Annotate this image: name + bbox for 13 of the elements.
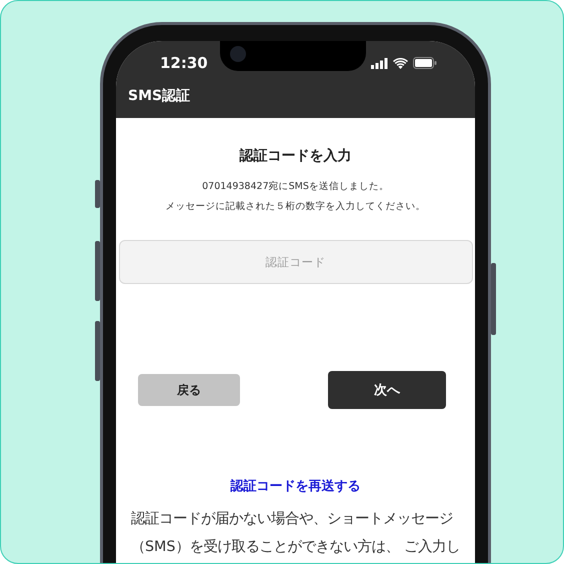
camera-icon (230, 46, 246, 62)
wifi-icon (393, 58, 408, 68)
signal-icon (371, 58, 388, 68)
battery-icon (413, 57, 437, 69)
page-heading: 認証コードを入力 (240, 147, 352, 165)
next-button[interactable]: 次へ (328, 371, 446, 409)
resend-link[interactable]: 認証コードを再送する (230, 477, 360, 495)
help-text: 認証コードが届かない場合や、ショートメッセージ （SMS）を受け取ることができない方は、 ご入力し (130, 510, 460, 557)
back-button[interactable]: 戻る (138, 374, 240, 406)
code-input-field[interactable]: 認証コード (118, 240, 472, 284)
status-time: 12:30 (160, 54, 208, 72)
screen-title: SMS認証 (127, 87, 192, 105)
instruction-text: 07014938427宛にSMSを送信しました。 メッセージに記載された５桁の数字を入力してください。 (166, 180, 426, 214)
